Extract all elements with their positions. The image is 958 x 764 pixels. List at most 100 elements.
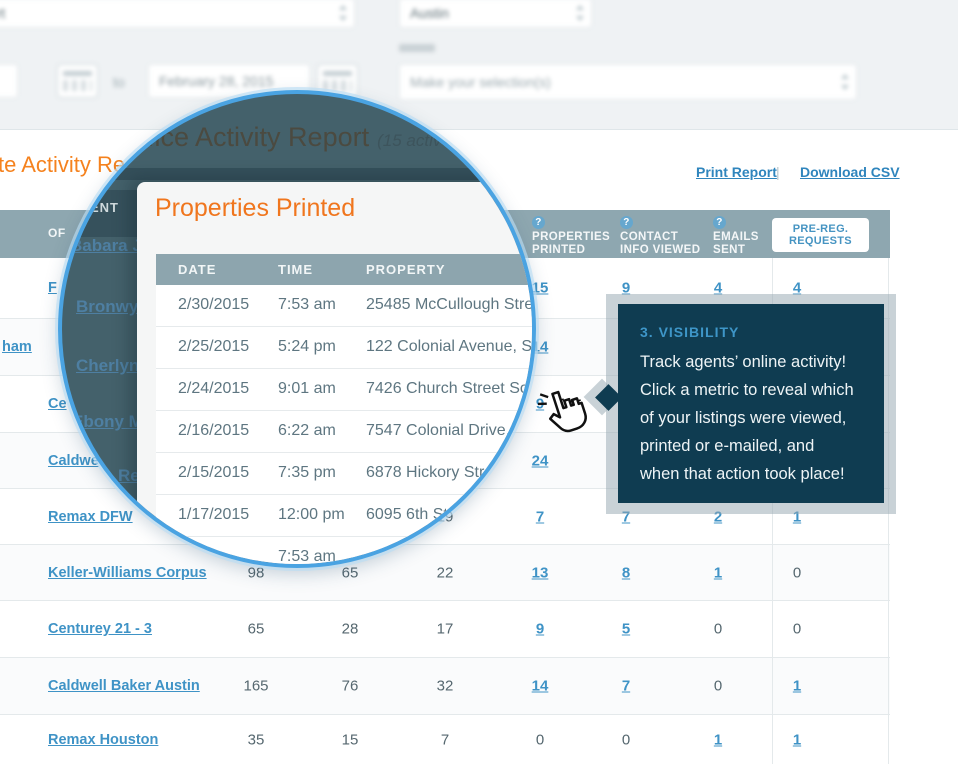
metric-value-link[interactable]: 1 [714,731,722,748]
print-date: 2/30/2015 [178,296,249,314]
calendar-icon[interactable] [57,64,98,98]
print-property: 122 Colonial Avenue, San A [366,338,536,356]
metric-value: 32 [437,678,454,695]
print-property: 6095 6th St [366,506,448,524]
metric-value-link[interactable]: 13 [532,564,549,581]
selections-placeholder: Make your selection(s) [410,74,551,90]
magnifier-circle: ffice Activity Report(15 active a ENT Ba… [58,90,536,568]
modal-col-date: DATE [178,262,216,277]
modal-table-row: 2/24/20159:01 am7426 Church Street South [156,369,536,411]
download-csv-link[interactable]: Download CSV [800,164,900,180]
print-property: 7426 Church Street South [366,380,536,398]
modal-table-row: 2/30/20157:53 am25485 McCullough Street … [156,285,536,327]
metric-value: 0 [536,731,544,748]
metric-value: 65 [342,564,359,581]
metric-value: 15 [342,731,359,748]
date-from-input[interactable] [0,64,18,98]
metric-value-link[interactable]: 24 [532,452,549,469]
metric-value: 98 [248,564,265,581]
office-activity-report-page: port Austin to February 28, 2015 Make yo… [0,0,958,764]
select-stepper-icon [339,5,348,21]
modal-table-row: 2/16/2015 6:22 am 7547 Colonial Drive, Sa [156,411,536,453]
office-link[interactable]: ham [2,339,32,355]
metric-value-link[interactable]: 1 [714,564,722,581]
visibility-tooltip: 3. VISIBILITY Track agents’ online activ… [618,304,884,503]
tooltip-line: of your listings were viewed, [640,404,870,432]
modal-title: Properties Printed [155,194,355,223]
print-date: 2/16/2015 [178,422,249,440]
modal-table-row: 7:53 am [156,537,536,568]
column-header-prereg-requests: PRE-REG. REQUESTS [772,218,869,252]
metric-value: 35 [248,731,265,748]
office-link[interactable]: Centurey 21 - 3 [48,621,152,637]
print-time: 12:00 pm [278,506,345,524]
metric-value: 165 [243,678,268,695]
agent-column-header-fragment: ENT [90,200,119,215]
help-icon[interactable]: ? [713,216,726,229]
metric-value-link[interactable]: 1 [793,731,801,748]
modal-table: DATE TIME PROPERTY 2/30/20157:53 am25485… [156,254,536,568]
metric-value-link[interactable]: 5 [622,621,630,638]
tooltip-line: when that action took place! [640,460,870,488]
office-link[interactable]: F [48,280,57,296]
metric-value-link[interactable]: 7 [536,508,544,525]
print-time: 7:35 pm [278,464,336,482]
office-link[interactable]: Keller-Williams Corpus [48,565,207,581]
modal-table-row: 2/25/20155:24 pm122 Colonial Avenue, San… [156,327,536,369]
column-header-label: EMAILS SENT [713,231,759,256]
column-header-contact-info-viewed: ? CONTACT INFO VIEWED [620,216,700,256]
print-time: 6:22 am [278,422,336,440]
office-link[interactable]: Caldwell Baker Austin [48,678,200,694]
modal-table-header: DATE TIME PROPERTY [156,254,536,285]
metric-value: 7 [441,731,449,748]
tooltip-line: printed or e-mailed, and [640,432,870,460]
metric-value-link[interactable]: 14 [532,678,549,695]
report-type-value: port [0,5,5,21]
help-icon[interactable]: ? [620,216,633,229]
report-type-select[interactable]: port [0,0,355,28]
metric-value-link[interactable]: 15 [532,280,549,297]
modal-col-time: TIME [278,262,313,277]
metric-value: 76 [342,678,359,695]
dimmed-page-title: ffice Activity Report(15 active a [140,122,465,153]
city-select[interactable]: Austin [399,0,592,28]
print-time: 7:53 am [278,548,336,566]
magnified-content: ffice Activity Report(15 active a ENT Ba… [62,94,532,564]
print-report-link[interactable]: Print Report [696,164,777,180]
table-row: Remax Houston 35 15 7 0 0 1 1 [0,714,890,764]
modal-table-row: 2/15/2015 7:35 pm 6878 Hickory Stree [156,453,536,495]
links-divider: | [776,164,780,180]
metric-value: 0 [793,621,801,638]
metric-value-link[interactable]: 1 [793,678,801,695]
tooltip-line: Track agents’ online activity! [640,348,870,376]
metric-value-link[interactable]: 7 [622,678,630,695]
table-row: Caldwell Baker Austin165763214701 [0,657,890,714]
print-time: 9:01 am [278,380,336,398]
select-stepper-icon [576,5,585,21]
help-icon[interactable]: ? [532,216,545,229]
column-header-properties-printed: ? PROPERTIES PRINTED [532,216,610,256]
modal-table-row: 1/17/201512:00 pm6095 6th St [156,495,536,537]
print-property: 6878 Hickory Stree [366,464,502,482]
metric-value-link[interactable]: 8 [622,564,630,581]
metric-value: 0 [622,731,630,748]
metric-value-link[interactable]: 9 [536,621,544,638]
modal-col-property: PROPERTY [366,262,446,277]
properties-printed-modal: Properties Printed DATE TIME PROPERTY 2/… [137,182,536,568]
print-property: 7547 Colonial Drive, Sa [366,422,534,440]
date-range-to-label: to [113,74,125,90]
print-date: 2/25/2015 [178,338,249,356]
metric-value: 28 [342,621,359,638]
print-date: 2/15/2015 [178,464,249,482]
column-header-label: CONTACT INFO VIEWED [620,231,700,256]
select-stepper-icon [841,74,850,90]
tooltip-body: Track agents’ online activity!Click a me… [640,348,870,488]
column-header-label: PROPERTIES PRINTED [532,231,610,256]
metric-value: 0 [714,621,722,638]
city-value: Austin [410,5,449,21]
office-link[interactable]: Remax Houston [48,732,158,748]
print-property: 25485 McCullough Street La [366,296,536,314]
metric-value: 17 [437,621,454,638]
metric-value: 22 [437,564,454,581]
metric-value: 65 [248,621,265,638]
